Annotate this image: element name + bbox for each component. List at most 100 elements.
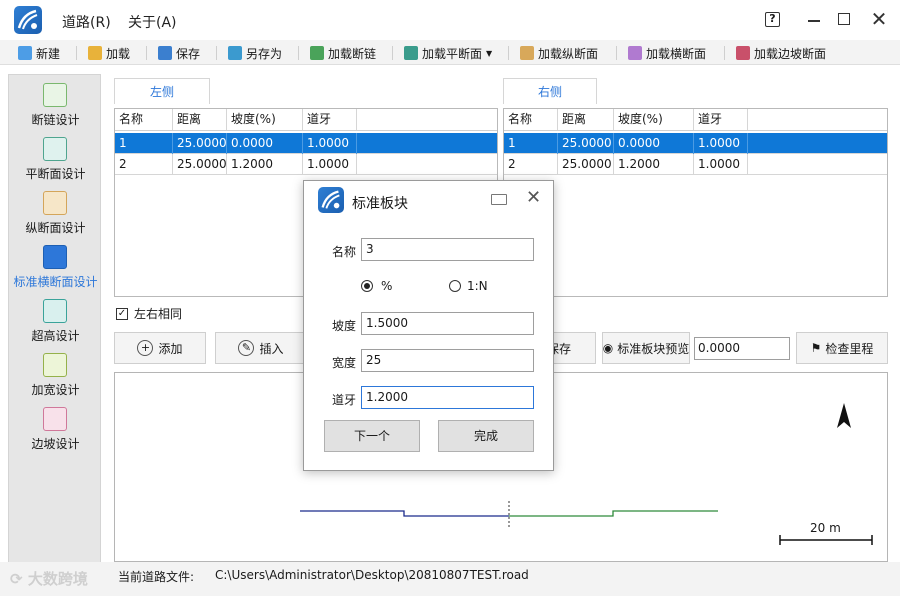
load-cross-button[interactable]: 加载横断面 <box>628 44 706 62</box>
close-button[interactable]: ✕ <box>868 8 890 30</box>
toolbar-separator <box>216 46 217 60</box>
sidebar-item-chain[interactable]: 断链设计 <box>9 77 102 131</box>
cross-section-icon <box>628 46 642 60</box>
cell-slope: 0.0000 <box>227 133 303 154</box>
load-button[interactable]: 加载 <box>88 44 130 62</box>
menu-about[interactable]: 关于(A) <box>128 12 177 32</box>
preview-value-input[interactable]: 0.0000 <box>694 337 790 360</box>
tab-left[interactable]: 左侧 <box>114 78 210 104</box>
curb-input[interactable]: 1.2000 <box>361 386 534 409</box>
toolbar-separator <box>298 46 299 60</box>
cell-name: 1 <box>504 133 558 154</box>
toolbar-separator <box>392 46 393 60</box>
sidebar-item-label: 平断面设计 <box>25 167 86 181</box>
load-profile-label: 加载纵断面 <box>538 46 599 61</box>
column-header[interactable]: 道牙 <box>303 109 357 130</box>
status-label: 当前道路文件: <box>118 570 195 584</box>
load-chain-button[interactable]: 加载断链 <box>310 44 376 62</box>
slope-label: 坡度 <box>331 319 356 333</box>
column-header[interactable]: 距离 <box>173 109 227 130</box>
sidebar-item-plane[interactable]: 平断面设计 <box>9 131 102 185</box>
cell-curb: 1.0000 <box>303 154 357 175</box>
width-input[interactable]: 25 <box>361 349 534 372</box>
sidebar-item-slope[interactable]: 边坡设计 <box>9 401 102 455</box>
column-header[interactable]: 道牙 <box>694 109 748 130</box>
cell-curb: 1.0000 <box>303 133 357 154</box>
cell-name: 1 <box>115 133 173 154</box>
column-header[interactable]: 名称 <box>504 109 558 130</box>
sidebar-item-label: 边坡设计 <box>31 437 80 451</box>
eye-icon: ◉ <box>602 341 614 355</box>
toolbar-separator <box>508 46 509 60</box>
preview-button[interactable]: ◉ 标准板块预览 <box>602 332 690 364</box>
load-plane-button[interactable]: 加载平断面 ▼ <box>404 44 492 62</box>
scale-label: 20 m <box>810 521 841 535</box>
tab-right[interactable]: 右侧 <box>503 78 597 104</box>
column-header[interactable]: 距离 <box>558 109 614 130</box>
load-chain-label: 加载断链 <box>328 46 377 61</box>
table-row[interactable]: 2 25.0000 1.2000 1.0000 <box>504 154 887 175</box>
toolbar-separator <box>616 46 617 60</box>
help-button[interactable]: ? <box>765 12 780 27</box>
keyboard-icon[interactable] <box>491 194 507 205</box>
preview-label: 标准板块预览 <box>617 341 690 356</box>
add-button[interactable]: + 添加 <box>114 332 206 364</box>
ratio-radio[interactable]: 1:N <box>449 279 488 293</box>
ratio-label: 1:N <box>467 279 488 293</box>
checkbox-checked-icon[interactable]: ✓ <box>116 307 128 320</box>
sidebar-item-profile[interactable]: 纵断面设计 <box>9 185 102 239</box>
slope-design-icon <box>43 407 67 431</box>
load-profile-button[interactable]: 加载纵断面 <box>520 44 598 62</box>
sidebar-item-superelevation[interactable]: 超高设计 <box>9 293 102 347</box>
cell-slope: 0.0000 <box>614 133 694 154</box>
sidebar-item-widening[interactable]: 加宽设计 <box>9 347 102 401</box>
signpost-icon: ⚑ <box>810 341 822 355</box>
toolbar-separator <box>724 46 725 60</box>
check-mileage-button[interactable]: ⚑ 检查里程 <box>796 332 888 364</box>
minimize-button[interactable] <box>808 20 820 22</box>
table-row[interactable]: 1 25.0000 0.0000 1.0000 <box>504 133 887 154</box>
sidebar-item-label: 纵断面设计 <box>25 221 86 235</box>
table-row[interactable]: 1 25.0000 0.0000 1.0000 <box>115 133 497 154</box>
dialog-title: 标准板块 <box>352 196 408 212</box>
sidebar-item-label: 加宽设计 <box>31 383 80 397</box>
toolbar-separator <box>76 46 77 60</box>
next-button[interactable]: 下一个 <box>324 420 420 452</box>
radio-unselected-icon[interactable] <box>449 280 461 292</box>
name-input[interactable]: 3 <box>361 238 534 261</box>
new-button[interactable]: 新建 <box>18 44 60 62</box>
save-as-button[interactable]: 另存为 <box>228 44 282 62</box>
plus-circle-icon: + <box>137 340 154 356</box>
cell-distance: 25.0000 <box>558 154 614 175</box>
column-header[interactable]: 坡度(%) <box>614 109 694 130</box>
sidebar: 断链设计 平断面设计 纵断面设计 标准横断面设计 超高设计 加宽设计 边坡设计 <box>8 74 101 563</box>
column-header[interactable]: 名称 <box>115 109 173 130</box>
sidebar-item-standard-cross[interactable]: 标准横断面设计 <box>9 239 102 293</box>
slope-input[interactable]: 1.5000 <box>361 312 534 335</box>
maximize-button[interactable] <box>838 13 850 25</box>
width-label: 宽度 <box>331 356 356 370</box>
dialog-close-button[interactable]: ✕ <box>526 187 541 208</box>
column-header[interactable]: 坡度(%) <box>227 109 303 130</box>
radio-selected-icon[interactable] <box>361 280 373 292</box>
title-bar: 道路(R) 关于(A) ? ✕ <box>0 0 900 40</box>
profile-section-icon <box>520 46 534 60</box>
save-button[interactable]: 保存 <box>158 44 200 62</box>
status-path: C:\Users\Administrator\Desktop\20810807T… <box>215 568 529 582</box>
insert-button[interactable]: ✎ 插入 <box>215 332 307 364</box>
right-table: 名称 距离 坡度(%) 道牙 1 25.0000 0.0000 1.0000 2… <box>503 108 888 297</box>
table-row[interactable]: 2 25.0000 1.2000 1.0000 <box>115 154 497 175</box>
app-logo-icon <box>14 6 42 34</box>
menu-road[interactable]: 道路(R) <box>62 12 111 32</box>
load-slope-button[interactable]: 加载边坡断面 <box>736 44 826 62</box>
cell-distance: 25.0000 <box>558 133 614 154</box>
cell-curb: 1.0000 <box>694 154 748 175</box>
sidebar-item-label: 断链设计 <box>31 113 80 127</box>
same-lr-checkbox[interactable]: ✓ 左右相同 <box>116 305 182 322</box>
save-as-label: 另存为 <box>246 46 283 61</box>
finish-button[interactable]: 完成 <box>438 420 534 452</box>
sidebar-item-label: 超高设计 <box>31 329 80 343</box>
dropdown-arrow-icon[interactable]: ▼ <box>486 49 492 58</box>
percent-radio[interactable]: % <box>361 279 392 293</box>
standard-cross-design-icon <box>43 245 67 269</box>
